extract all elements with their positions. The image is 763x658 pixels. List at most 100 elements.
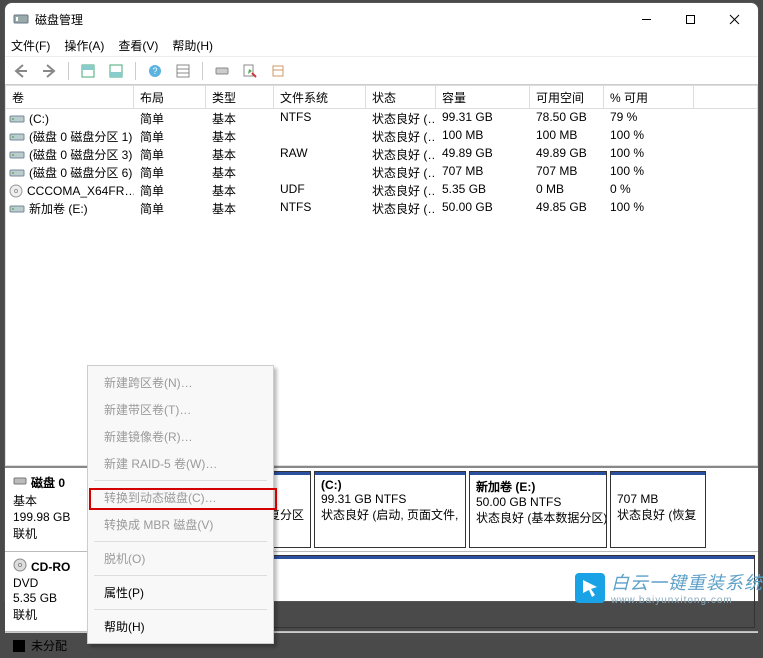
cell-free: 78.50 GB [530, 109, 604, 127]
drive-icon [9, 131, 25, 143]
vol-name: 新加卷 (E:) [29, 200, 88, 217]
view-top-button[interactable] [76, 60, 100, 82]
vol-name: (磁盘 0 磁盘分区 3) [29, 146, 132, 163]
table-row[interactable]: (磁盘 0 磁盘分区 3)简单基本RAW状态良好 (…49.89 GB49.89… [6, 145, 757, 163]
partition-size: 99.31 GB NTFS [321, 492, 459, 506]
table-row[interactable]: 新加卷 (E:)简单基本NTFS状态良好 (…50.00 GB49.85 GB1… [6, 199, 757, 217]
cell-layout: 简单 [134, 199, 206, 217]
drive-icon [9, 149, 25, 161]
partition-title [617, 478, 699, 492]
table-row[interactable]: (磁盘 0 磁盘分区 6)简单基本状态良好 (…707 MB707 MB100 … [6, 163, 757, 181]
watermark: 白云一键重装系统 www.baiyunxitong.com [575, 569, 763, 606]
watermark-title: 白云一键重装系统 [611, 569, 763, 595]
drive-icon [9, 167, 25, 179]
col-type[interactable]: 类型 [206, 86, 274, 108]
cell-capacity: 5.35 GB [436, 181, 530, 199]
legend-label-unalloc: 未分配 [31, 637, 67, 654]
cell-fs [274, 163, 366, 181]
table-row[interactable]: (C:)简单基本NTFS状态良好 (…99.31 GB78.50 GB79 % [6, 109, 757, 127]
menu-properties[interactable]: 属性(P) [90, 579, 271, 606]
partition[interactable]: (C:)99.31 GB NTFS状态良好 (启动, 页面文件, [314, 471, 466, 548]
col-volume[interactable]: 卷 [6, 86, 134, 108]
cell-type: 基本 [206, 199, 274, 217]
cd-icon [13, 558, 27, 575]
cell-capacity: 99.31 GB [436, 109, 530, 127]
cell-layout: 简单 [134, 145, 206, 163]
menu-file[interactable]: 文件(F) [11, 37, 50, 54]
partition[interactable]: 新加卷 (E:)50.00 GB NTFS状态良好 (基本数据分区) [469, 471, 607, 548]
menu-view[interactable]: 查看(V) [118, 37, 158, 54]
toolbar: ? [5, 57, 758, 85]
vol-name: CCCOMA_X64FR… [27, 184, 134, 198]
back-button[interactable] [9, 60, 33, 82]
cell-layout: 简单 [134, 127, 206, 145]
table-row[interactable]: (磁盘 0 磁盘分区 1)简单基本状态良好 (…100 MB100 MB100 … [6, 127, 757, 145]
disk-list-button[interactable] [210, 60, 234, 82]
maximize-button[interactable] [668, 4, 712, 34]
window-title: 磁盘管理 [35, 11, 83, 28]
cell-fs: RAW [274, 145, 366, 163]
cell-free: 100 MB [530, 127, 604, 145]
svg-text:?: ? [152, 66, 157, 76]
menu-new-mirrored: 新建镜像卷(R)… [90, 423, 271, 450]
menu-help[interactable]: 帮助(H) [90, 613, 271, 640]
menu-offline: 脱机(O) [90, 545, 271, 572]
partition-title: 新加卷 (E:) [476, 478, 600, 495]
titlebar[interactable]: 磁盘管理 [5, 3, 758, 35]
col-fs[interactable]: 文件系统 [274, 86, 366, 108]
watermark-icon [575, 573, 605, 603]
action-button[interactable] [238, 60, 262, 82]
disk-icon [13, 475, 27, 490]
disk-context-menu: 新建跨区卷(N)… 新建带区卷(T)… 新建镜像卷(R)… 新建 RAID-5 … [87, 365, 274, 644]
menu-new-spanned: 新建跨区卷(N)… [90, 369, 271, 396]
toolbar-separator [68, 62, 69, 80]
vol-name: (磁盘 0 磁盘分区 1) [29, 128, 132, 145]
table-body: (C:)简单基本NTFS状态良好 (…99.31 GB78.50 GB79 %(… [6, 109, 757, 217]
partition-size: 707 MB [617, 492, 699, 506]
table-row[interactable]: CCCOMA_X64FR…简单基本UDF状态良好 (…5.35 GB0 MB0 … [6, 181, 757, 199]
col-capacity[interactable]: 容量 [436, 86, 530, 108]
col-status[interactable]: 状态 [366, 86, 436, 108]
cell-status: 状态良好 (… [366, 163, 436, 181]
cd-icon [9, 185, 23, 197]
vol-name: (磁盘 0 磁盘分区 6) [29, 164, 132, 181]
menu-action[interactable]: 操作(A) [64, 37, 104, 54]
cell-type: 基本 [206, 145, 274, 163]
col-pctfree[interactable]: % 可用 [604, 86, 694, 108]
forward-button[interactable] [37, 60, 61, 82]
view-bottom-button[interactable] [104, 60, 128, 82]
cell-status: 状态良好 (… [366, 181, 436, 199]
col-free[interactable]: 可用空间 [530, 86, 604, 108]
cell-type: 基本 [206, 109, 274, 127]
help-button[interactable]: ? [143, 60, 167, 82]
menu-help[interactable]: 帮助(H) [172, 37, 213, 54]
cell-free: 49.89 GB [530, 145, 604, 163]
partition-status: 状态良好 (基本数据分区) [476, 509, 600, 526]
col-layout[interactable]: 布局 [134, 86, 206, 108]
menu-convert-dynamic: 转换到动态磁盘(C)… [90, 484, 271, 511]
cell-free: 49.85 GB [530, 199, 604, 217]
cell-pct: 100 % [604, 145, 694, 163]
cell-pct: 100 % [604, 199, 694, 217]
cell-capacity: 100 MB [436, 127, 530, 145]
app-icon [13, 11, 29, 27]
cell-fs: NTFS [274, 199, 366, 217]
menubar: 文件(F) 操作(A) 查看(V) 帮助(H) [5, 35, 758, 57]
disk-name: 磁盘 0 [31, 474, 65, 491]
minimize-button[interactable] [624, 4, 668, 34]
legend-swatch-unalloc [13, 640, 25, 652]
partition-size: 50.00 GB NTFS [476, 495, 600, 509]
cell-layout: 简单 [134, 109, 206, 127]
settings-button[interactable] [171, 60, 195, 82]
partition[interactable]: 707 MB状态良好 (恢复 [610, 471, 706, 548]
partition-title: (C:) [321, 478, 459, 492]
cell-fs: NTFS [274, 109, 366, 127]
extra-button[interactable] [266, 60, 290, 82]
cell-status: 状态良好 (… [366, 145, 436, 163]
cell-capacity: 707 MB [436, 163, 530, 181]
menu-convert-mbr: 转换成 MBR 磁盘(V) [90, 511, 271, 538]
close-button[interactable] [712, 4, 756, 34]
cell-layout: 简单 [134, 163, 206, 181]
cell-pct: 100 % [604, 163, 694, 181]
partition-status: 状态良好 (恢复 [617, 506, 699, 523]
